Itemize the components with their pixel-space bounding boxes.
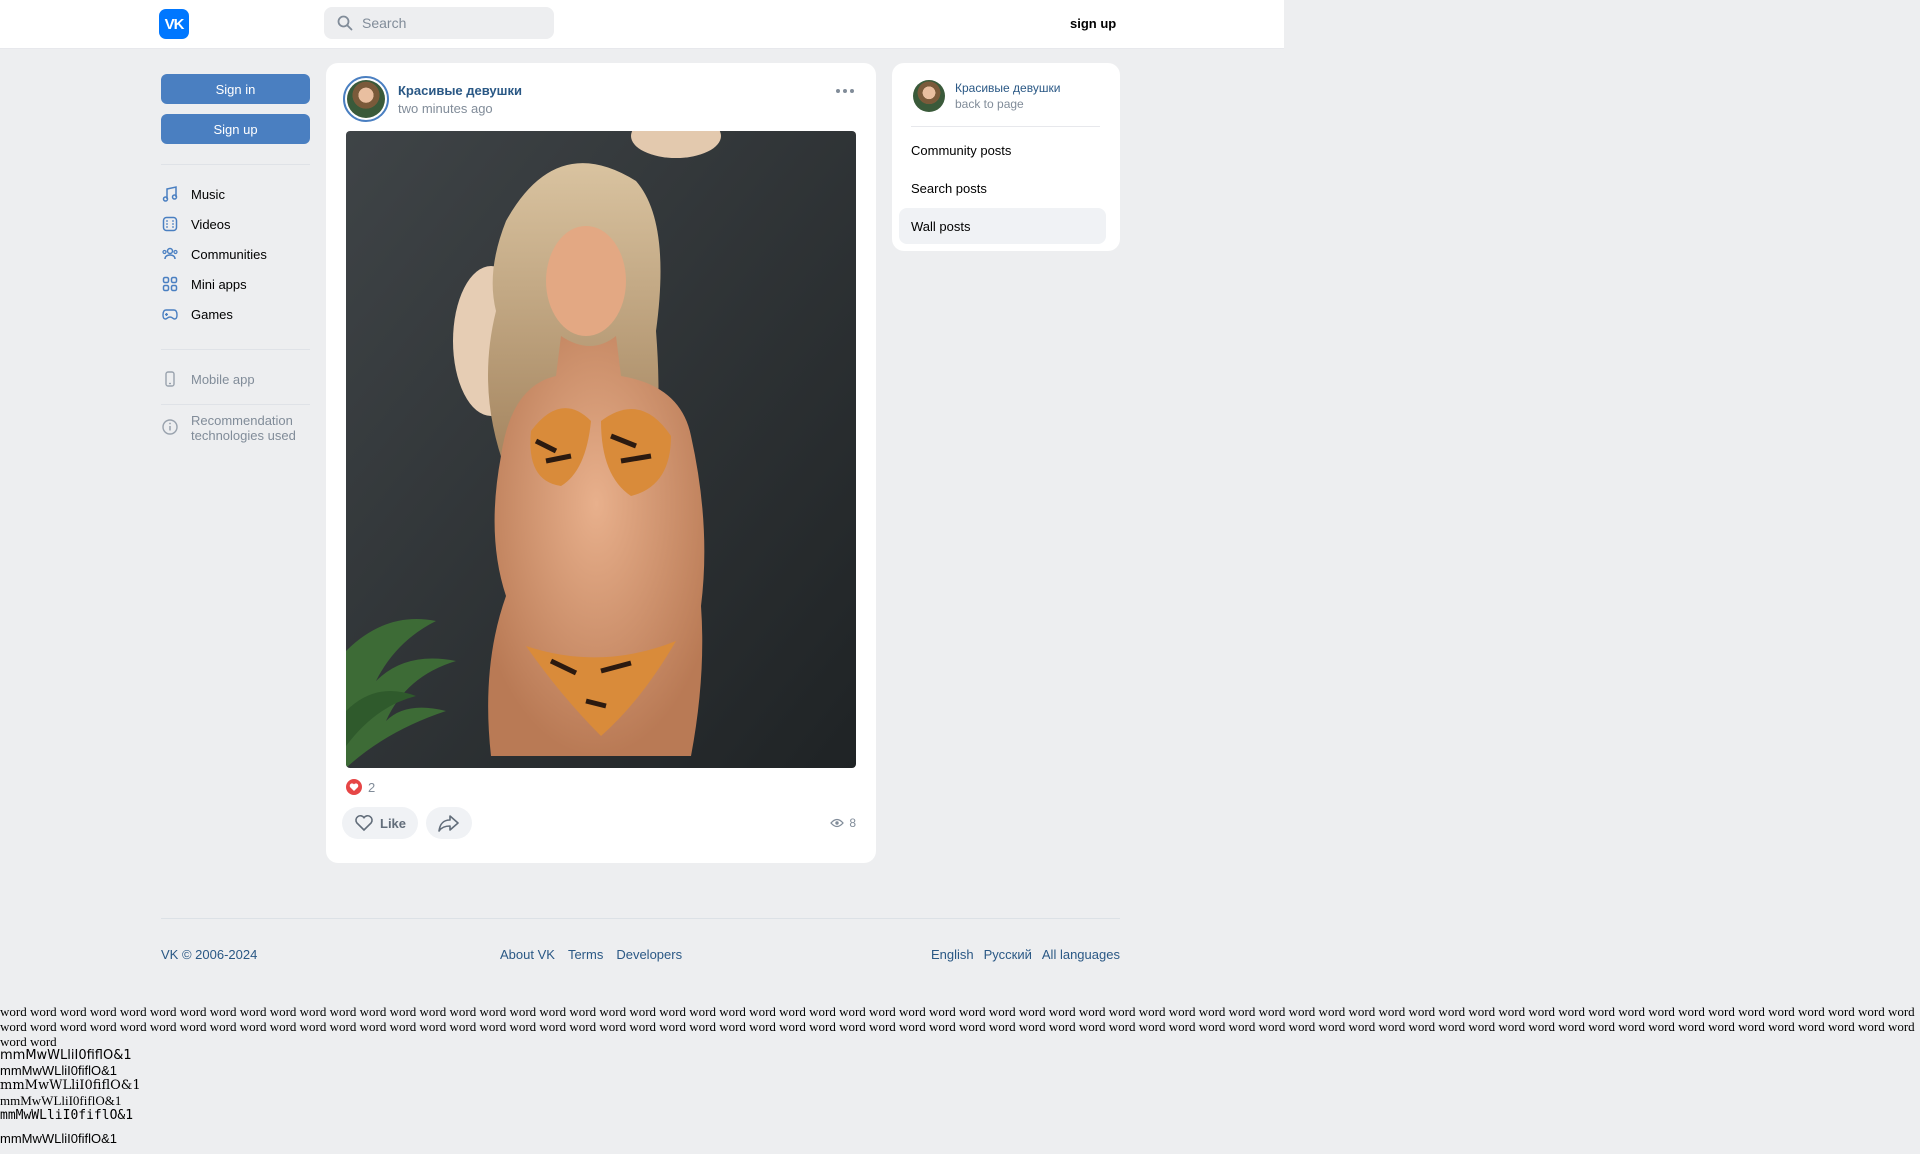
sidebar-item-music[interactable]: Music	[161, 179, 310, 209]
like-button[interactable]: Like	[342, 807, 419, 839]
all-languages-link[interactable]: All languages	[1042, 947, 1120, 962]
post-header: Красивые девушки two minutes ago	[343, 76, 522, 122]
music-icon	[162, 186, 178, 202]
font-sample: mmMwWLliI0fiflO&1	[0, 1063, 118, 1078]
views-counter: 8	[830, 816, 856, 830]
sidebar-item-label: Games	[191, 306, 233, 322]
share-icon	[438, 815, 459, 832]
developers-link[interactable]: Developers	[616, 947, 682, 962]
back-to-page-link[interactable]: back to page	[955, 97, 1060, 111]
terms-link[interactable]: Terms	[568, 947, 603, 962]
search-posts-tab[interactable]: Search posts	[899, 170, 1106, 206]
sidebar-item-mini-apps[interactable]: Mini apps	[161, 269, 310, 299]
info-icon	[162, 419, 178, 435]
sign-in-button[interactable]: Sign in	[161, 74, 310, 104]
sidebar-item-label: Mobile app	[191, 371, 255, 387]
search-icon	[337, 15, 353, 31]
search-input[interactable]	[360, 14, 544, 32]
divider	[161, 404, 310, 405]
views-count: 8	[849, 816, 856, 830]
likes-count: 2	[368, 779, 376, 795]
sidebar-item-label: Music	[191, 186, 225, 202]
community-avatar	[913, 80, 945, 112]
wall-posts-tab[interactable]: Wall posts	[899, 208, 1106, 244]
more-options-icon[interactable]	[836, 89, 854, 93]
font-sample: mmMwWLliI0fiflO&1	[0, 1048, 132, 1063]
video-icon	[162, 216, 178, 232]
community-link[interactable]: Красивые девушки back to page	[913, 80, 1060, 112]
post-time[interactable]: two minutes ago	[398, 101, 522, 116]
signup-link[interactable]: sign up	[1070, 16, 1116, 31]
font-sample: mmMwWLliI0fiflO&1	[0, 1078, 141, 1093]
sidebar-item-games[interactable]: Games	[161, 299, 310, 329]
like-label: Like	[380, 815, 407, 831]
lang-russian-link[interactable]: Русский	[984, 947, 1032, 962]
post-photo[interactable]	[346, 131, 856, 768]
divider	[161, 164, 310, 165]
post-actions: Like	[342, 807, 473, 839]
communities-icon	[162, 247, 178, 260]
recommendation-link[interactable]: Recommendation technologies used	[161, 411, 310, 443]
font-sample: mmMwWLliI0fiflO&1	[0, 1108, 134, 1123]
author-avatar[interactable]	[343, 76, 389, 122]
phone-icon	[165, 371, 175, 387]
footer-links: About VK Terms Developers	[500, 947, 695, 962]
font-sample: mmMwWLliI0fiflO&1	[0, 1131, 118, 1146]
heart-outline-icon	[355, 815, 373, 832]
share-button[interactable]	[426, 807, 473, 839]
sidebar-item-communities[interactable]: Communities	[161, 239, 310, 269]
sidebar-item-mobile-app[interactable]: Mobile app	[161, 364, 310, 394]
games-icon	[162, 309, 178, 320]
recommendation-label: Recommendation technologies used	[191, 413, 296, 443]
heart-icon	[346, 779, 362, 795]
search-box[interactable]	[324, 7, 554, 39]
post-author[interactable]: Красивые девушки	[398, 83, 522, 98]
sidebar-item-label: Mini apps	[191, 276, 247, 292]
left-sidebar: Sign in Sign up Music Videos Communities	[161, 74, 310, 443]
sidebar-item-label: Communities	[191, 246, 267, 262]
sidebar-item-label: Videos	[191, 216, 231, 232]
post-card: Красивые девушки two minutes ago 2 Like …	[326, 63, 876, 863]
word-test-text: word word word word word word word word …	[0, 1004, 1915, 1049]
divider	[161, 349, 310, 350]
eye-icon	[830, 818, 845, 828]
community-posts-tab[interactable]: Community posts	[899, 132, 1106, 168]
right-panel: Красивые девушки back to page Community …	[892, 63, 1120, 251]
divider	[911, 126, 1100, 127]
copyright: VK © 2006-2024	[161, 947, 258, 962]
likes-summary[interactable]: 2	[346, 779, 375, 795]
font-sample: mmMwWLliI0fiflO&1	[0, 1093, 122, 1108]
vk-logo[interactable]: VK	[159, 9, 189, 39]
community-name: Красивые девушки	[955, 81, 1061, 95]
footer-divider	[161, 918, 1120, 919]
sign-up-button[interactable]: Sign up	[161, 114, 310, 144]
top-bar: VK sign up	[0, 0, 1284, 49]
mini-apps-icon	[162, 276, 178, 292]
lang-english-link[interactable]: English	[931, 947, 974, 962]
language-links: English Русский All languages	[931, 947, 1120, 962]
font-samples: mmMwWLliI0fiflO&1 mmMwWLliI0fiflO&1 mmMw…	[0, 1048, 141, 1146]
about-vk-link[interactable]: About VK	[500, 947, 555, 962]
sidebar-item-videos[interactable]: Videos	[161, 209, 310, 239]
